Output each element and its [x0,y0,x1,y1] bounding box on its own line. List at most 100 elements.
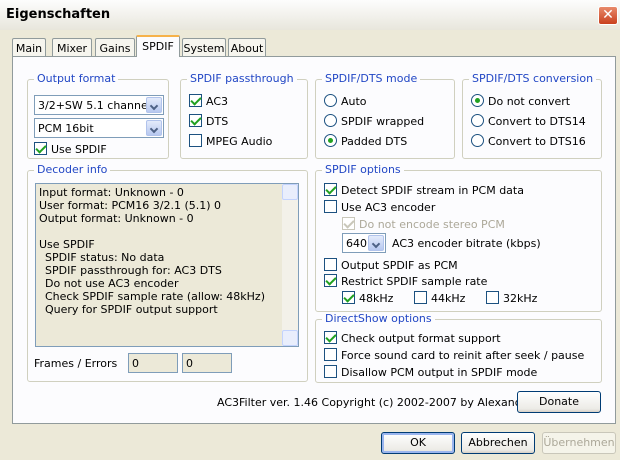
use-spdif-label: Use SPDIF [51,143,107,156]
radio-off-icon[interactable] [324,114,337,127]
checkbox-unchecked-icon[interactable] [324,200,337,213]
sample-format-select[interactable]: PCM 16bit [34,118,164,138]
convert-dts14-radio[interactable]: Convert to DTS14 [471,114,586,128]
ok-button[interactable]: OK [381,432,455,454]
tab-spdif[interactable]: SPDIF [136,35,180,57]
cancel-button[interactable]: Abbrechen [461,432,535,454]
checkbox-checked-icon[interactable] [342,291,355,304]
force-reinit-label: Force sound card to reinit after seek / … [341,349,585,362]
passthrough-title: SPDIF passthrough [187,72,297,85]
channels-select[interactable]: 3/2+SW 5.1 channels [34,95,164,115]
directshow-options-group: DirectShow options Check output format s… [315,312,602,383]
tab-main[interactable]: Main [12,38,46,56]
spdif-options-group: SPDIF options Detect SPDIF stream in PCM… [315,163,602,312]
radio-off-icon[interactable] [471,134,484,147]
convert-none-radio[interactable]: Do not convert [471,94,570,108]
donate-button[interactable]: Donate [517,391,601,413]
passthrough-ac3-checkbox[interactable]: AC3 [189,94,228,108]
mode-wrapped-radio[interactable]: SPDIF wrapped [324,114,424,128]
restrict-rate-label: Restrict SPDIF sample rate [341,275,488,288]
tab-gains[interactable]: Gains [95,38,135,56]
close-icon[interactable]: ✕ [598,6,618,25]
checkbox-checked-icon[interactable] [34,142,47,155]
disallow-pcm-label: Disallow PCM output in SPDIF mode [341,366,538,379]
checkbox-checked-icon[interactable] [324,274,337,287]
output-pcm-label: Output SPDIF as PCM [341,259,458,272]
info-line: Use SPDIF [39,238,95,251]
decoder-info-text[interactable]: Input format: Unknown - 0 User format: P… [35,183,299,347]
checkbox-unchecked-icon[interactable] [324,365,337,378]
tab-about[interactable]: About [228,38,266,56]
bitrate-value: 640 [346,237,367,250]
apply-button: Übernehmen [542,432,616,454]
disallow-pcm-checkbox[interactable]: Disallow PCM output in SPDIF mode [324,365,537,379]
use-spdif-checkbox[interactable]: Use SPDIF [34,142,107,156]
channels-value: 3/2+SW 5.1 channels [38,99,157,112]
checkbox-unchecked-icon[interactable] [486,291,499,304]
passthrough-mpeg-checkbox[interactable]: MPEG Audio [189,134,272,148]
vertical-scrollbar[interactable] [282,184,298,346]
scroll-down-icon[interactable] [282,330,298,346]
directshow-options-title: DirectShow options [322,312,435,325]
radio-on-icon[interactable] [324,134,337,147]
detect-spdif-label: Detect SPDIF stream in PCM data [341,184,524,197]
radio-off-icon[interactable] [471,114,484,127]
mode-auto-radio[interactable]: Auto [324,94,367,108]
convert-dts16-radio[interactable]: Convert to DTS16 [471,134,586,148]
rate-48-checkbox[interactable]: 48kHz [342,291,393,305]
info-line: Query for SPDIF output support [45,303,218,316]
scroll-up-icon[interactable] [282,184,298,200]
use-ac3-encoder-checkbox[interactable]: Use AC3 encoder [324,200,435,214]
radio-off-icon[interactable] [324,94,337,107]
passthrough-dts-label: DTS [206,115,229,128]
checkbox-checked-icon[interactable] [324,183,337,196]
passthrough-dts-checkbox[interactable]: DTS [189,114,228,128]
checkbox-checked-icon[interactable] [189,114,202,127]
checkbox-checked-icon[interactable] [324,331,337,344]
force-reinit-checkbox[interactable]: Force sound card to reinit after seek / … [324,348,584,362]
passthrough-mpeg-label: MPEG Audio [206,135,273,148]
info-line: Output format: Unknown - 0 [39,212,194,225]
title-bar[interactable]: Eigenschaften ✕ [0,0,620,30]
no-stereo-checkbox: Do not encode stereo PCM [342,217,505,231]
output-pcm-checkbox[interactable]: Output SPDIF as PCM [324,258,458,272]
info-line: Input format: Unknown - 0 [39,186,184,199]
info-line: SPDIF status: No data [45,251,165,264]
rate-44-checkbox[interactable]: 44kHz [414,291,465,305]
check-format-label: Check output format support [341,332,501,345]
detect-spdif-checkbox[interactable]: Detect SPDIF stream in PCM data [324,183,524,197]
radio-on-icon[interactable] [471,94,484,107]
convert-dts16-label: Convert to DTS16 [488,135,586,148]
spdif-panel: Output format 3/2+SW 5.1 channels PCM 16… [12,56,616,424]
chevron-down-icon[interactable] [146,120,162,136]
rate-32-checkbox[interactable]: 32kHz [486,291,537,305]
bitrate-select[interactable]: 640 [342,233,386,253]
chevron-down-icon[interactable] [146,97,162,113]
dts-conversion-title: SPDIF/DTS conversion [469,72,597,85]
checkbox-checked-icon[interactable] [189,94,202,107]
checkbox-unchecked-icon[interactable] [189,134,202,147]
tab-mixer[interactable]: Mixer [52,38,92,56]
check-format-checkbox[interactable]: Check output format support [324,331,501,345]
bitrate-label: AC3 encoder bitrate (kbps) [392,237,541,250]
mode-auto-label: Auto [341,95,367,108]
frames-field: 0 [128,353,178,373]
checkbox-unchecked-icon[interactable] [414,291,427,304]
checkbox-unchecked-icon[interactable] [324,348,337,361]
checkbox-checked-icon [342,217,355,230]
errors-field: 0 [182,353,232,373]
passthrough-group: SPDIF passthrough AC3 DTS MPEG Audio [180,72,308,159]
chevron-down-icon[interactable] [368,235,384,251]
restrict-rate-checkbox[interactable]: Restrict SPDIF sample rate [324,274,487,288]
tab-system[interactable]: System [182,38,226,56]
dts-conversion-group: SPDIF/DTS conversion Do not convert Conv… [462,72,602,159]
checkbox-unchecked-icon[interactable] [324,258,337,271]
mode-padded-radio[interactable]: Padded DTS [324,134,407,148]
rate-48-label: 48kHz [359,292,394,305]
info-line: Do not use AC3 encoder [45,277,179,290]
mode-wrapped-label: SPDIF wrapped [341,115,425,128]
decoder-info-group: Decoder info Input format: Unknown - 0 U… [27,163,308,382]
dts-mode-group: SPDIF/DTS mode Auto SPDIF wrapped Padded… [315,72,455,159]
window-title: Eigenschaften [6,7,111,22]
properties-dialog: Eigenschaften ✕ Main Mixer Gains SPDIF S… [0,0,620,460]
